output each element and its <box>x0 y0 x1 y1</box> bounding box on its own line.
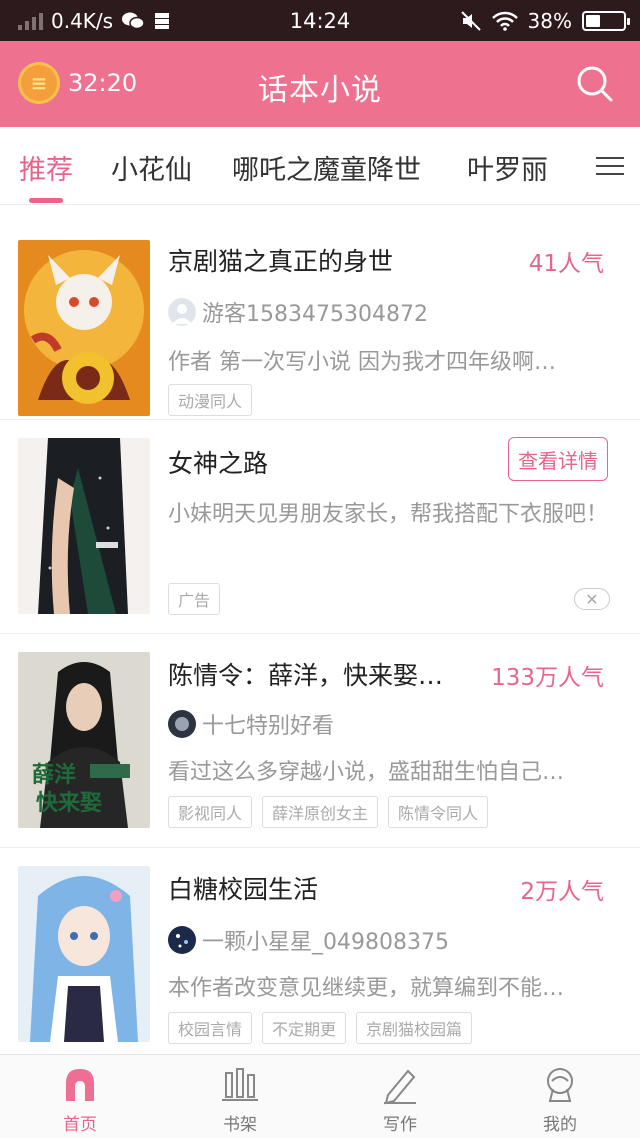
battery-percent: 38% <box>527 8 572 33</box>
nav-home[interactable]: 首页 <box>0 1055 160 1138</box>
story-tag[interactable]: 校园言情 <box>168 1012 253 1044</box>
story-title[interactable]: 京剧猫之真正的身世 <box>168 242 393 278</box>
story-tag[interactable]: 京剧猫校园篇 <box>356 1012 473 1044</box>
status-bar: 0.4K/s 14:24 38% <box>0 0 640 41</box>
author-name: 游客1583475304872 <box>202 302 428 327</box>
story-tag[interactable]: 影视同人 <box>168 796 253 828</box>
story-tag[interactable]: 动漫同人 <box>168 384 253 416</box>
more-categories-button[interactable] <box>580 127 640 204</box>
menu-icon <box>596 151 624 181</box>
svg-text:薛洋: 薛洋 <box>32 762 76 788</box>
story-description: 作者 第一次写小说 因为我才四年级啊… <box>168 350 556 375</box>
close-icon: ✕ <box>585 589 599 609</box>
story-cover: 薛洋 快来娶 <box>18 652 150 828</box>
search-icon[interactable] <box>576 65 614 103</box>
app-title: 话本小说 <box>258 73 382 108</box>
nav-label: 我的 <box>543 1115 577 1135</box>
story-cover <box>18 240 150 416</box>
ad-cover <box>18 438 150 614</box>
author: 十七特别好看 <box>168 708 334 740</box>
popularity: 133万人气 <box>491 665 604 691</box>
nav-label: 首页 <box>63 1115 97 1135</box>
pen-icon <box>384 1069 416 1105</box>
tag-list: 影视同人 薛洋原创女主 陈情令同人 <box>168 796 489 828</box>
storage-icon <box>155 12 170 29</box>
avatar <box>168 710 196 738</box>
home-icon <box>66 1069 94 1101</box>
nav-write[interactable]: 写作 <box>320 1055 480 1138</box>
author: 游客1583475304872 <box>168 296 428 328</box>
active-tab-indicator <box>29 198 63 203</box>
story-tag[interactable]: 陈情令同人 <box>388 796 489 828</box>
tab-xiaohuaxian[interactable]: 小花仙 <box>111 148 192 187</box>
tab-recommend[interactable]: 推荐 <box>19 148 73 187</box>
author-name: 十七特别好看 <box>202 714 335 739</box>
nav-bookshelf[interactable]: 书架 <box>160 1055 320 1138</box>
category-tabs: 推荐 小花仙 哪吒之魔童降世 叶罗丽 <box>0 127 640 205</box>
story-title[interactable]: 陈情令：薛洋，快来娶… <box>168 656 443 692</box>
app-header: ≡ 32:20 话本小说 <box>0 41 640 127</box>
story-cover <box>18 866 150 1042</box>
view-details-button[interactable]: 查看详情 <box>508 437 608 481</box>
nav-profile[interactable]: 我的 <box>480 1055 640 1138</box>
avatar <box>168 298 196 326</box>
clock: 14:24 <box>289 8 351 33</box>
popularity: 41人气 <box>528 251 604 277</box>
close-ad-button[interactable]: ✕ <box>574 588 610 610</box>
author: 一颗小星星_049808375 <box>168 924 449 956</box>
bookshelf-icon <box>222 1068 258 1101</box>
story-item[interactable]: 白糖校园生活 2万人气 一颗小星星_049808375 本作者改变意见继续更，就… <box>0 848 640 1054</box>
nav-label: 书架 <box>223 1115 257 1135</box>
net-speed: 0.4K/s <box>51 8 114 33</box>
story-item[interactable]: 薛洋 快来娶 陈情令：薛洋，快来娶… 133万人气 十七特别好看 看过这么多穿越… <box>0 634 640 848</box>
tab-nezha[interactable]: 哪吒之魔童降世 <box>232 148 421 187</box>
ad-description: 小妹明天见男朋友家长，帮我搭配下衣服吧！ <box>168 502 609 527</box>
avatar <box>168 926 196 954</box>
tag-list: 校园言情 不定期更 京剧猫校园篇 <box>168 1012 473 1044</box>
ad-title[interactable]: 女神之路 <box>168 444 268 480</box>
tag-list: 动漫同人 <box>168 384 253 416</box>
mute-icon <box>460 10 481 31</box>
ad-label: 广告 <box>168 583 221 615</box>
bottom-nav: 首页 书架 写作 我的 <box>0 1054 640 1138</box>
nav-label: 写作 <box>383 1115 417 1135</box>
wechat-icon <box>122 12 145 29</box>
story-list[interactable]: 京剧猫之真正的身世 41人气 游客1583475304872 作者 第一次写小说… <box>0 206 640 1054</box>
story-tag[interactable]: 不定期更 <box>262 1012 347 1044</box>
tab-yeluoli[interactable]: 叶罗丽 <box>467 148 548 187</box>
profile-icon <box>547 1068 573 1102</box>
story-description: 看过这么多穿越小说，盛甜甜生怕自己… <box>168 760 565 785</box>
story-tag[interactable]: 薛洋原创女主 <box>262 796 379 828</box>
story-item[interactable]: 京剧猫之真正的身世 41人气 游客1583475304872 作者 第一次写小说… <box>0 206 640 420</box>
author-name: 一颗小星星_049808375 <box>202 930 449 955</box>
ad-item[interactable]: 女神之路 查看详情 小妹明天见男朋友家长，帮我搭配下衣服吧！ 广告 ✕ <box>0 420 640 634</box>
story-description: 本作者改变意见继续更，就算编到不能… <box>168 976 565 1001</box>
wifi-icon <box>491 11 518 31</box>
popularity: 2万人气 <box>520 879 604 905</box>
signal-icon <box>18 12 43 30</box>
svg-text:快来娶: 快来娶 <box>36 790 102 816</box>
battery-icon <box>582 10 630 31</box>
story-title[interactable]: 白糖校园生活 <box>168 870 318 906</box>
